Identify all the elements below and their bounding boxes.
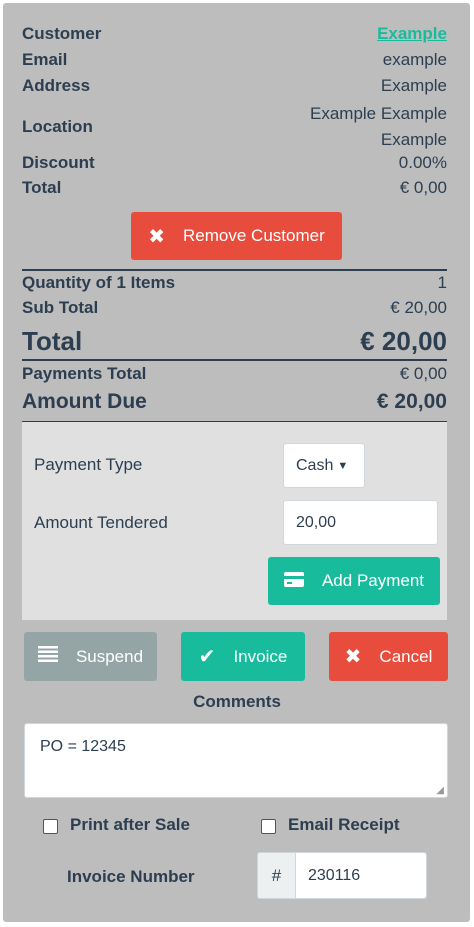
check-icon: ✔ (198, 646, 216, 668)
caret-down-icon: ▼ (337, 459, 349, 472)
resize-handle-icon[interactable]: ◢ (436, 785, 444, 796)
payment-type-select[interactable]: Cash ▼ (283, 443, 365, 488)
discount-value: 0.00% (398, 153, 447, 172)
payments-total-value: € 0,00 (399, 364, 447, 383)
payment-type-value: Cash (296, 456, 334, 474)
quantity-value: 1 (437, 273, 447, 292)
comments-textarea[interactable]: PO = 12345 ◢ (24, 723, 448, 798)
address-row: Address Example (22, 76, 447, 96)
comments-label: Comments (193, 692, 281, 711)
cancel-label: Cancel (379, 646, 433, 666)
comments-value: PO = 12345 (40, 738, 126, 755)
location-value: Example Example Example (310, 101, 447, 153)
discount-label: Discount (22, 153, 95, 172)
remove-customer-label: Remove Customer (183, 226, 325, 245)
email-row: Email example (22, 50, 447, 70)
email-receipt-checkbox[interactable] (261, 819, 276, 834)
grand-total-row: Total € 20,00 (22, 326, 447, 357)
customer-row: Customer Example (22, 24, 447, 44)
location-line-2: Example (380, 130, 447, 149)
print-after-sale-checkbox[interactable] (43, 819, 58, 834)
add-payment-label: Add Payment (321, 571, 425, 590)
amount-tendered-label: Amount Tendered (34, 513, 168, 532)
email-label: Email (22, 50, 68, 69)
email-receipt-label: Email Receipt (288, 815, 400, 834)
location-label: Location (22, 117, 93, 136)
quantity-label: Quantity of 1 Items (22, 273, 176, 292)
invoice-number-value: 230116 (308, 866, 361, 884)
add-payment-button[interactable]: Add Payment (268, 557, 440, 605)
amount-due-label: Amount Due (22, 390, 147, 413)
customer-total-row: Total € 0,00 (22, 178, 447, 198)
subtotal-value: € 20,00 (390, 298, 447, 317)
credit-card-icon (283, 570, 304, 593)
list-icon (37, 645, 58, 668)
divider (22, 269, 447, 271)
subtotal-label: Sub Total (22, 298, 99, 317)
email-value: example (382, 50, 447, 69)
invoice-number-prefix: # (257, 852, 296, 899)
payments-total-label: Payments Total (22, 364, 147, 383)
subtotal-row: Sub Total € 20,00 (22, 298, 447, 318)
grand-total-label: Total (22, 326, 83, 356)
payments-total-row: Payments Total € 0,00 (22, 364, 447, 384)
amount-tendered-value: 20,00 (296, 513, 337, 531)
customer-link[interactable]: Example (377, 24, 447, 44)
amount-due-value: € 20,00 (376, 390, 447, 413)
location-line-1: Example Example (309, 104, 447, 123)
amount-due-row: Amount Due € 20,00 (22, 390, 447, 414)
location-row: Location Example Example Example (22, 102, 447, 152)
quantity-row: Quantity of 1 Items 1 (22, 273, 447, 293)
remove-customer-button[interactable]: ✖ Remove Customer (131, 212, 342, 260)
close-icon: ✖ (344, 646, 362, 668)
customer-total-label: Total (22, 178, 62, 197)
suspend-button[interactable]: Suspend (24, 632, 157, 681)
invoice-label: Invoice (233, 646, 288, 666)
address-value: Example (380, 76, 447, 95)
amount-tendered-input[interactable]: 20,00 (283, 500, 438, 545)
customer-total-value: € 0,00 (399, 178, 447, 197)
payment-type-label: Payment Type (34, 455, 143, 474)
suspend-label: Suspend (75, 646, 144, 666)
invoice-number-input[interactable]: 230116 (295, 852, 427, 899)
invoice-number-label: Invoice Number (67, 867, 195, 886)
grand-total-value: € 20,00 (360, 326, 447, 356)
divider (22, 359, 447, 361)
address-label: Address (22, 76, 91, 95)
close-icon: ✖ (148, 225, 166, 248)
print-after-sale-label: Print after Sale (70, 815, 190, 834)
invoice-button[interactable]: ✔ Invoice (181, 632, 305, 681)
discount-row: Discount 0.00% (22, 153, 447, 173)
cancel-button[interactable]: ✖ Cancel (329, 632, 448, 681)
customer-label: Customer (22, 24, 102, 43)
